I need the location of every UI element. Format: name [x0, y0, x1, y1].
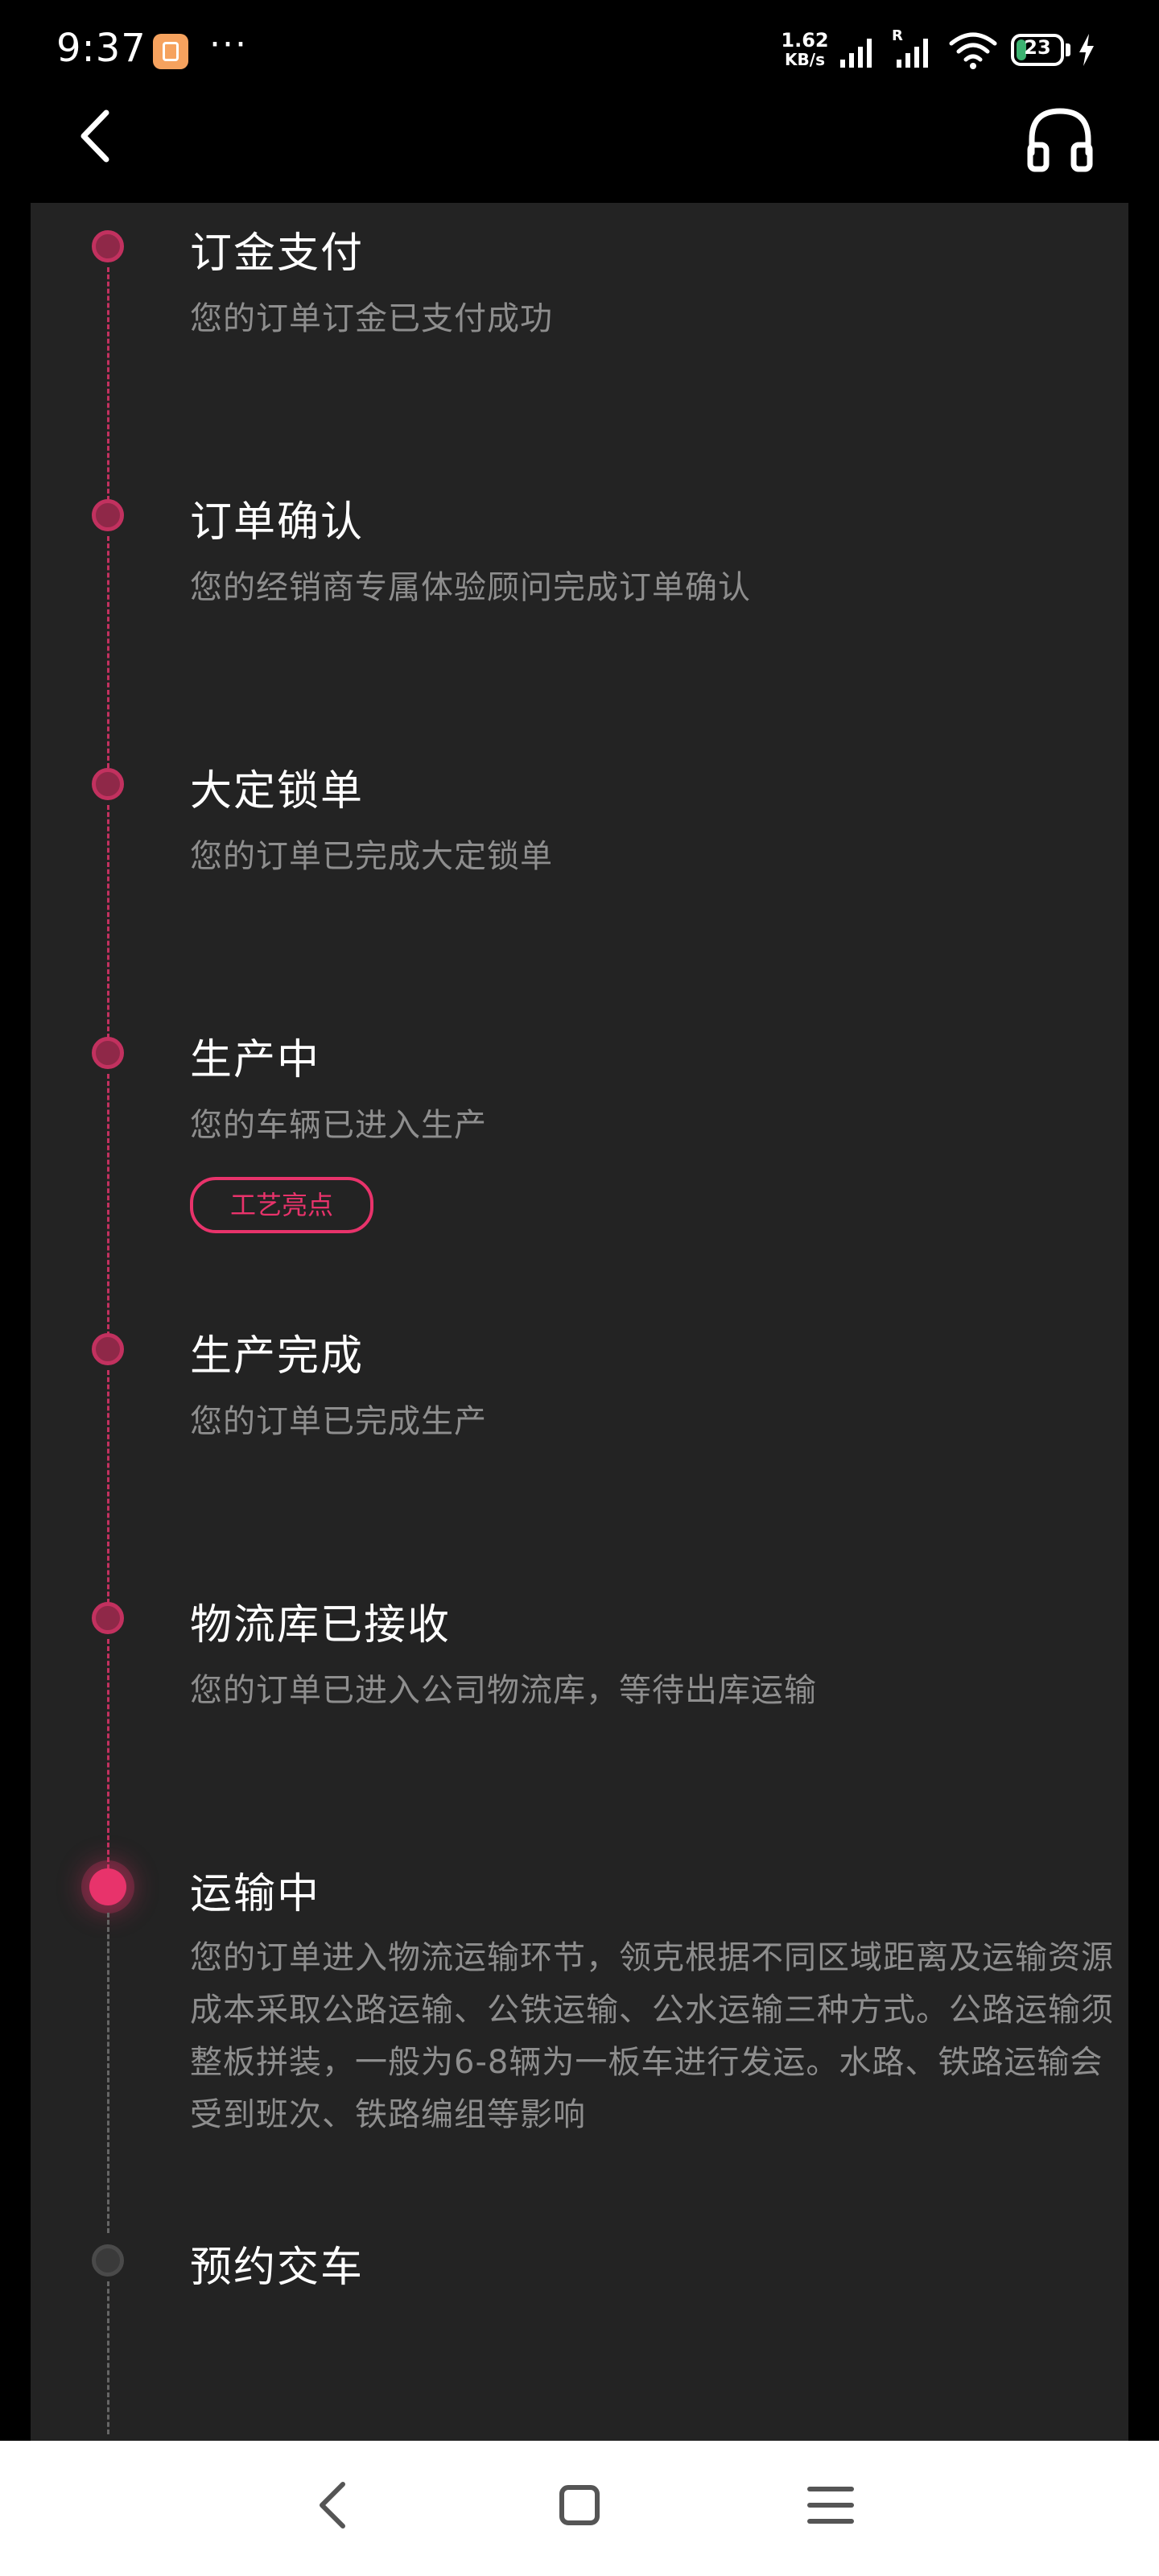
- step-connector-line: [107, 1074, 109, 1336]
- step-title: 生产完成: [190, 1332, 365, 1381]
- nav-back-icon[interactable]: [303, 2473, 367, 2537]
- app-header: [0, 103, 1159, 203]
- step-status-dot: [92, 1037, 124, 1069]
- step-description: 您的订单已完成大定锁单: [190, 838, 553, 875]
- order-timeline: 订金支付 您的订单订金已支付成功 订单确认 您的经销商专属体验顾问完成订单确认 …: [31, 203, 1128, 2441]
- step-title: 大定锁单: [190, 767, 365, 815]
- system-nav-bar: [0, 2441, 1159, 2576]
- step-description: 您的订单进入物流运输环节，领克根据不同区域距离及运输资源成本采取公路运输、公铁运…: [190, 1939, 1114, 2133]
- charging-icon: [1079, 34, 1094, 66]
- step-status-dot-active: [89, 1868, 126, 1905]
- step-title: 物流库已接收: [190, 1601, 452, 1649]
- battery-icon: 23: [1011, 34, 1064, 66]
- step-description: 您的订单已进入公司物流库，等待出库运输: [190, 1672, 817, 1709]
- cell-signal-2-icon: [897, 39, 928, 68]
- back-arrow-icon: [80, 109, 109, 163]
- cell-signal-icon: [840, 39, 872, 68]
- step-title: 订单确认: [190, 498, 365, 547]
- battery-cap: [1066, 43, 1070, 56]
- step-connector-line: [107, 1370, 109, 1604]
- step-connector-line: [107, 2281, 109, 2434]
- wifi-icon: [949, 32, 997, 69]
- step-title: 预约交车: [190, 2244, 365, 2292]
- step-status-dot: [92, 1333, 124, 1365]
- step-title: 运输中: [190, 1870, 321, 1918]
- nav-home-icon[interactable]: [547, 2473, 612, 2537]
- step-connector-line: [107, 536, 109, 768]
- step-title: 订金支付: [190, 229, 365, 278]
- customer-service-button[interactable]: [1016, 95, 1104, 184]
- step-title: 生产中: [190, 1036, 321, 1084]
- network-speed-unit: KB/s: [785, 50, 825, 69]
- step-description: 您的订单订金已支付成功: [190, 300, 553, 337]
- battery-level: 23: [1024, 36, 1051, 59]
- step-status-dot: [92, 499, 124, 531]
- step-description: 您的车辆已进入生产: [190, 1107, 487, 1144]
- app-root: 9:37 ··· 1.62 KB/s R 23 订金支付 您的订单订金已支付成功…: [0, 0, 1159, 2576]
- network-speed-value: 1.62: [781, 29, 829, 52]
- step-status-dot: [92, 768, 124, 800]
- headphones-icon: [1027, 108, 1093, 172]
- status-bar: 9:37 ··· 1.62 KB/s R 23: [0, 0, 1159, 103]
- step-description: 您的订单已完成生产: [190, 1403, 487, 1440]
- notification-app-icon: [153, 34, 188, 69]
- step-status-dot: [92, 230, 124, 262]
- step-connector-line: [107, 1913, 109, 2233]
- craft-highlights-button[interactable]: 工艺亮点: [190, 1177, 374, 1233]
- step-status-dot-pending: [92, 2244, 124, 2277]
- nav-menu-icon[interactable]: [798, 2473, 863, 2537]
- network-speed: 1.62 KB/s: [776, 31, 834, 69]
- step-connector-line: [107, 267, 109, 501]
- more-notifications-icon: ···: [209, 24, 248, 65]
- step-status-dot: [92, 1602, 124, 1634]
- step-connector-line: [107, 1639, 109, 1869]
- step-connector-line: [107, 805, 109, 1038]
- step-description: 您的经销商专属体验顾问完成订单确认: [190, 569, 751, 606]
- status-time: 9:37: [56, 26, 146, 71]
- back-button[interactable]: [64, 95, 137, 175]
